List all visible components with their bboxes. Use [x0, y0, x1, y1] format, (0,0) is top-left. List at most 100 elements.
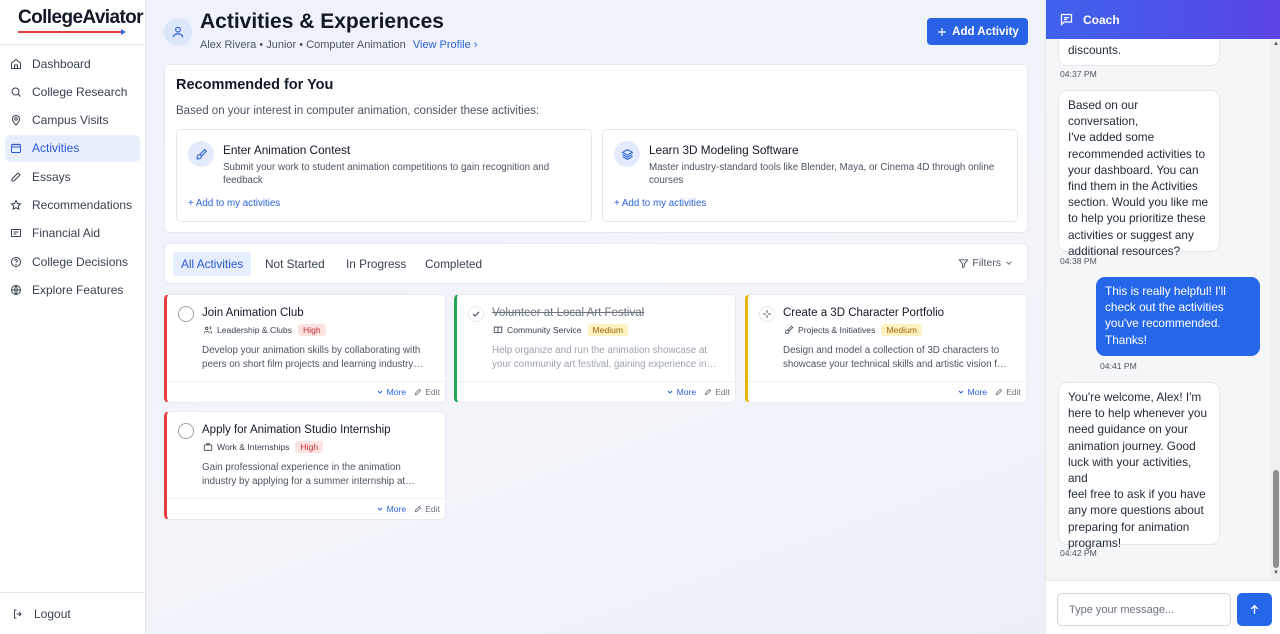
priority-badge: High	[298, 324, 326, 336]
plus-icon	[938, 27, 947, 36]
globe-icon	[10, 284, 22, 296]
edit-icon	[705, 388, 712, 396]
activity-card[interactable]: Join Animation Club Leadership & Clubs H…	[164, 294, 446, 403]
activity-title: Create a 3D Character Portfolio	[783, 307, 945, 319]
search-icon	[10, 86, 22, 98]
sidebar-item-campus-visits[interactable]: Campus Visits	[5, 107, 140, 134]
add-activity-label: Add Activity	[952, 25, 1019, 38]
edit-button[interactable]: Edit	[414, 387, 440, 397]
tab-completed[interactable]: Completed	[417, 252, 490, 276]
logo-underline	[18, 29, 126, 35]
edit-button[interactable]: Edit	[704, 387, 730, 397]
main-content: Activities & Experiences Alex Rivera • J…	[147, 0, 1044, 634]
sidebar-item-college-research[interactable]: College Research	[5, 78, 140, 105]
chevron-down-icon	[667, 390, 672, 394]
edit-button[interactable]: Edit	[414, 504, 440, 514]
scroll-down-arrow-icon[interactable]: ▼	[1273, 570, 1279, 576]
sidebar-item-label: Dashboard	[32, 56, 91, 71]
activity-card[interactable]: Volunteer at Local Art Festival Communit…	[454, 294, 736, 403]
message-time: 04:42 PM	[1060, 548, 1097, 558]
send-button[interactable]	[1237, 593, 1272, 626]
add-to-activities-link[interactable]: + Add to my activities	[614, 198, 706, 209]
profile-subtitle: Alex Rivera • Junior • Computer Animatio…	[200, 39, 406, 51]
coach-message: You're welcome, Alex! I'm here to help w…	[1058, 382, 1220, 550]
user-icon	[172, 26, 184, 38]
view-profile-link[interactable]: View Profile ›	[413, 39, 478, 51]
sidebar-item-label: College Research	[32, 84, 128, 99]
activity-description: Gain professional experience in the anim…	[202, 462, 415, 487]
sidebar-item-explore-features[interactable]: Explore Features	[5, 276, 140, 303]
star-icon	[10, 199, 22, 211]
activity-tags: Projects & Initiatives Medium	[784, 324, 922, 336]
tab-not-started[interactable]: Not Started	[257, 252, 333, 276]
activity-title: Join Animation Club	[202, 307, 304, 319]
status-circle-icon[interactable]	[178, 423, 194, 439]
message-input[interactable]	[1057, 593, 1231, 626]
home-icon	[10, 58, 22, 70]
scroll-up-arrow-icon[interactable]: ▲	[1273, 41, 1279, 47]
more-button[interactable]: More	[666, 387, 696, 397]
filters-button[interactable]: Filters	[958, 257, 1017, 269]
sidebar-item-label: Campus Visits	[32, 113, 109, 128]
pencil-icon	[10, 171, 22, 183]
sidebar-item-activities[interactable]: Activities	[5, 134, 140, 162]
more-button[interactable]: More	[957, 387, 987, 397]
logo[interactable]: CollegeAviator	[0, 0, 145, 45]
recommended-panel: Recommended for You Based on your intere…	[164, 64, 1028, 233]
tab-all-activities[interactable]: All Activities	[173, 252, 252, 276]
priority-badge: Medium	[881, 324, 922, 336]
card-actions: More Edit	[957, 387, 1021, 397]
activity-description: Help organize and run the animation show…	[492, 345, 717, 370]
category-tag: Leadership & Clubs	[203, 325, 292, 335]
check-icon[interactable]	[468, 306, 484, 322]
message-time: 04:38 PM	[1060, 256, 1097, 266]
chevron-down-icon	[377, 390, 382, 394]
activity-description: Design and model a collection of 3D char…	[783, 345, 1007, 370]
profile-summary: Alex Rivera • Junior • Computer Animatio…	[200, 39, 477, 51]
status-circle-icon[interactable]	[178, 306, 194, 322]
avatar	[164, 18, 192, 46]
activity-tags: Leadership & Clubs High	[203, 324, 326, 336]
edit-button[interactable]: Edit	[995, 387, 1021, 397]
recommendation-description: Master industry-standard tools like Blen…	[649, 162, 995, 186]
sidebar-item-college-decisions[interactable]: College Decisions	[5, 248, 140, 275]
chevron-down-icon	[1006, 261, 1012, 265]
coach-title: Coach	[1083, 12, 1120, 27]
briefcase-icon	[203, 443, 213, 451]
sidebar-item-recommendations[interactable]: Recommendations	[5, 191, 140, 218]
edit-icon	[415, 388, 422, 396]
sidebar-item-label: Recommendations	[32, 197, 133, 212]
layers-icon	[614, 141, 640, 167]
more-button[interactable]: More	[376, 504, 406, 514]
tab-in-progress[interactable]: In Progress	[338, 252, 414, 276]
brush-icon	[785, 325, 794, 334]
filters-label: Filters	[972, 257, 1001, 269]
add-to-activities-link[interactable]: + Add to my activities	[188, 198, 280, 209]
brush-icon	[188, 141, 214, 167]
sidebar-nav: Dashboard College Research Campus Visits…	[0, 45, 145, 303]
page-title: Activities & Experiences	[200, 10, 444, 33]
calendar-icon	[10, 142, 22, 154]
activity-card[interactable]: Create a 3D Character Portfolio Projects…	[745, 294, 1027, 403]
book-icon	[493, 326, 503, 334]
sidebar-item-financial-aid[interactable]: Financial Aid	[5, 220, 140, 247]
logout-button[interactable]: Logout	[0, 592, 146, 634]
chevron-down-icon	[958, 390, 963, 394]
chat-scrollbar-thumb[interactable]	[1273, 470, 1279, 568]
brand-name: CollegeAviator	[18, 7, 144, 28]
category-tag: Work & Internships	[203, 442, 289, 452]
sidebar-item-essays[interactable]: Essays	[5, 163, 140, 190]
add-activity-button[interactable]: Add Activity	[927, 18, 1028, 45]
activity-card[interactable]: Apply for Animation Studio Internship Wo…	[164, 411, 446, 520]
help-circle-icon	[10, 256, 22, 268]
sidebar-item-dashboard[interactable]: Dashboard	[5, 50, 140, 77]
logout-icon	[12, 608, 24, 620]
category-tag: Projects & Initiatives	[784, 325, 875, 335]
recommendation-card: Learn 3D Modeling Software Master indust…	[602, 129, 1018, 222]
more-button[interactable]: More	[376, 387, 406, 397]
coach-message: Based on our conversation, I've added so…	[1058, 90, 1220, 258]
sparkle-icon[interactable]	[759, 306, 775, 322]
sidebar-item-label: Essays	[32, 169, 71, 184]
priority-badge: Medium	[587, 324, 629, 336]
activity-tags: Community Service Medium	[493, 324, 629, 336]
